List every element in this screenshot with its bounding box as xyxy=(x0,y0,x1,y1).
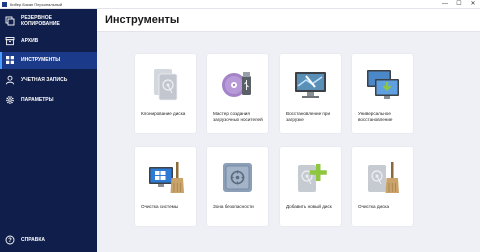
help-question-icon: ? xyxy=(5,235,15,245)
backup-copy-icon xyxy=(5,16,15,26)
sidebar-item-help[interactable]: ? Справка xyxy=(0,232,97,249)
page-title: Инструменты xyxy=(105,14,180,26)
tool-card-startup-recovery[interactable]: Восстановление при загрузке xyxy=(280,54,341,133)
tool-card-disk-clean[interactable]: Очистка диска xyxy=(352,147,413,226)
sidebar-item-account[interactable]: Учетная запись xyxy=(0,72,97,89)
sidebar-item-label: Резервное копирование xyxy=(21,15,60,27)
window-title: Кибер Бэкап Персональный xyxy=(10,2,63,7)
svg-text:?: ? xyxy=(8,238,12,244)
sidebar-item-label: Инструменты xyxy=(21,57,61,63)
user-account-icon xyxy=(5,75,15,85)
minimize-button[interactable]: — xyxy=(438,0,452,9)
tool-card-universal-restore[interactable]: Универсальное восстановление xyxy=(352,54,413,133)
sidebar-item-backup[interactable]: Резервное копирование xyxy=(0,11,97,31)
tool-card-label: Очистка системы xyxy=(141,204,179,209)
secure-zone-icon xyxy=(223,163,252,192)
close-button[interactable]: ✕ xyxy=(466,0,480,9)
tools-grid-icon xyxy=(6,56,14,64)
sidebar-item-label: Учетная запись xyxy=(21,77,68,83)
tool-card-add-disk[interactable]: Добавить новый диск xyxy=(280,147,341,226)
maximize-button[interactable]: ☐ xyxy=(452,0,466,9)
tool-card-system-clean[interactable]: Очистка системы xyxy=(135,147,196,226)
tool-card-label: Добавить новый диск xyxy=(286,204,332,209)
page-header: Инструменты xyxy=(97,9,480,32)
disk-clean-icon xyxy=(368,162,399,193)
tool-card-label: Мастер создания загрузочных носителей xyxy=(213,111,263,122)
bootable-media-icon xyxy=(222,72,251,97)
tool-card-label: Зона безопасности xyxy=(213,204,254,209)
tool-card-label: Восстановление при загрузке xyxy=(286,111,331,122)
disk-clone-icon xyxy=(154,69,178,101)
window-controls: — ☐ ✕ xyxy=(438,0,480,9)
add-disk-icon xyxy=(298,164,327,192)
sidebar-item-tools[interactable]: Инструменты xyxy=(0,52,97,69)
sidebar-item-archive[interactable]: Архив xyxy=(0,33,97,50)
title-bar: Кибер Бэкап Персональный — ☐ ✕ xyxy=(0,0,480,9)
sidebar: Резервное копирование Архив Инструменты … xyxy=(0,9,97,252)
tool-card-disk-clone[interactable]: Клонирование диска xyxy=(135,54,196,133)
tool-card-label: Очистка диска xyxy=(358,204,390,209)
startup-recovery-icon xyxy=(295,72,326,98)
archive-icon xyxy=(5,37,15,46)
tool-card-label: Клонирование диска xyxy=(141,111,186,116)
settings-gear-icon xyxy=(6,96,14,104)
app-logo-icon xyxy=(2,2,7,7)
tool-card-secure-zone[interactable]: Зона безопасности xyxy=(207,147,268,226)
sidebar-item-label: Архив xyxy=(21,38,39,44)
main-content: Инструменты Клонирование диска Мастер со… xyxy=(97,9,480,252)
tool-card-label: Универсальное восстановление xyxy=(358,111,393,122)
sidebar-item-settings[interactable]: Параметры xyxy=(0,92,97,109)
sidebar-item-label: Параметры xyxy=(21,97,54,103)
universal-restore-icon xyxy=(367,70,399,99)
tool-card-bootable-media[interactable]: Мастер создания загрузочных носителей xyxy=(207,54,268,133)
system-clean-icon xyxy=(149,162,184,193)
sidebar-item-label: Справка xyxy=(21,237,45,243)
